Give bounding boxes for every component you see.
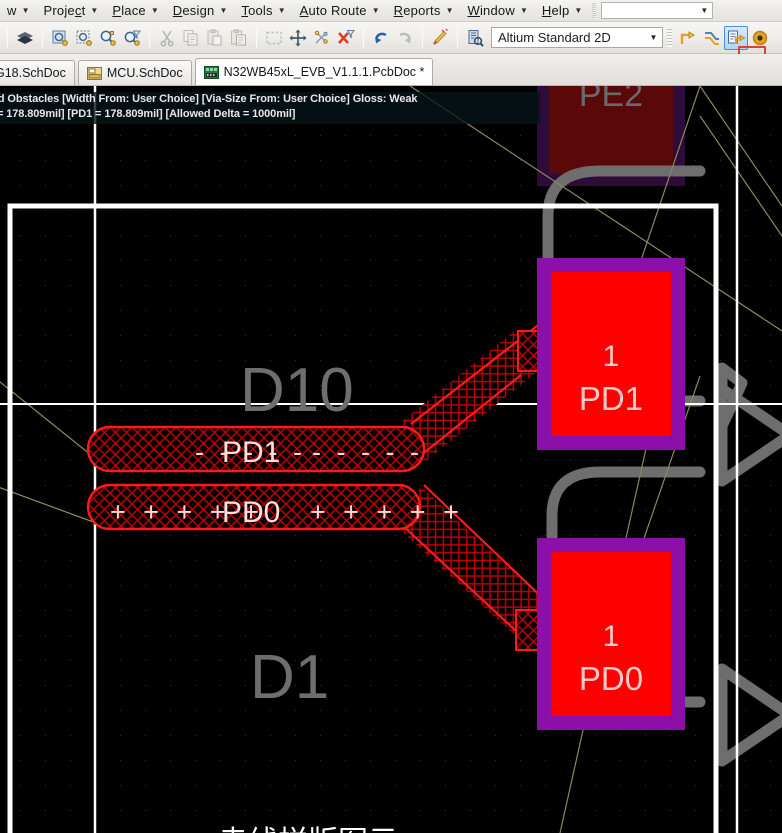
document-tab-bar: G18.SchDoc MCU.SchDoc N32WB45xL_EVB_V1.1…	[0, 54, 782, 86]
main-toolbar: Altium Standard 2D ▼	[0, 22, 782, 74]
differential-pair-routing-icon[interactable]	[700, 26, 724, 50]
chevron-down-icon: ▼	[649, 33, 658, 42]
schematic-icon	[86, 66, 102, 80]
redo-icon[interactable]	[393, 26, 417, 50]
pcb-icon	[203, 65, 219, 79]
menu-search-combo[interactable]: ▼	[601, 2, 714, 19]
designator-d10: D10	[240, 356, 354, 425]
chevron-down-icon: ▼	[277, 5, 286, 15]
clear-filter-icon[interactable]	[310, 26, 334, 50]
tab-pcbdoc[interactable]: N32WB45xL_EVB_V1.1.1.PcbDoc *	[194, 58, 434, 85]
chevron-down-icon: ▼	[219, 5, 228, 15]
tab-g18-schdoc[interactable]: G18.SchDoc	[0, 60, 75, 85]
zoom-selected-icon[interactable]	[96, 26, 120, 50]
routing-status-line2: 0 = 178.809mil] [PD1 = 178.809mil] [Allo…	[0, 108, 296, 120]
menu-drag-grip[interactable]	[592, 2, 597, 19]
menu-label: Auto Route	[299, 3, 367, 18]
interactive-routing-icon[interactable]	[676, 26, 700, 50]
menu-label: Tools	[241, 3, 273, 18]
chevron-down-icon: ▼	[371, 5, 380, 15]
pad-pin-number-pd1: 1	[603, 340, 620, 373]
pad-pin-number-pd0: 1	[603, 620, 620, 653]
menu-label: Help	[541, 3, 570, 18]
browse-components-icon[interactable]	[463, 26, 487, 50]
menu-label: Reports	[393, 3, 441, 18]
place-via-icon[interactable]	[748, 26, 772, 50]
pcb-layout-graphics: PE2 D10 D1 1 PD1 1 PD0 - - - - - PD1 - -…	[0, 86, 782, 833]
paste-icon[interactable]	[203, 26, 227, 50]
toolbar-divider	[7, 27, 8, 48]
layer-stack-icon[interactable]	[13, 26, 37, 50]
chevron-down-icon: ▼	[700, 5, 709, 15]
pad-net-label-pd0: PD0	[579, 660, 643, 697]
menu-item-place[interactable]: Place ▼	[105, 1, 165, 21]
tab-mcu-schdoc[interactable]: MCU.SchDoc	[77, 60, 192, 85]
chevron-down-icon: ▼	[519, 5, 528, 15]
multi-route-icon[interactable]	[724, 25, 748, 50]
clear-selection-icon[interactable]	[334, 26, 358, 50]
tab-label: MCU.SchDoc	[106, 66, 183, 80]
chevron-down-icon: ▼	[150, 5, 159, 15]
menu-item-help[interactable]: Help ▼	[535, 1, 589, 21]
trace-marker-pd0-right: + + + + +	[310, 497, 464, 527]
toolbar-drag-grip[interactable]	[667, 28, 672, 47]
pad-pd1[interactable]: 1 PD1	[537, 258, 685, 450]
zoom-filter-icon[interactable]	[120, 26, 144, 50]
menu-item-tools[interactable]: Tools ▼	[234, 1, 292, 21]
chevron-down-icon: ▼	[445, 5, 454, 15]
routing-status-overlay: ound Obstacles [Width From: User Choice]…	[0, 92, 540, 124]
pad-pd0[interactable]: 1 PD0	[537, 538, 685, 730]
pcb-canvas[interactable]: PE2 D10 D1 1 PD1 1 PD0 - - - - - PD1 - -…	[0, 86, 782, 833]
menu-item-window[interactable]: Window ▼	[460, 1, 534, 21]
copy-icon[interactable]	[179, 26, 203, 50]
routing-status-line1: ound Obstacles [Width From: User Choice]…	[0, 93, 418, 105]
zoom-document-icon[interactable]	[48, 26, 72, 50]
tab-label: G18.SchDoc	[0, 66, 66, 80]
toolbar-divider	[457, 27, 458, 48]
menu-label: Place	[112, 3, 146, 18]
pad-label-pe2: PE2	[579, 86, 643, 114]
tab-label: N32WB45xL_EVB_V1.1.1.PcbDoc *	[223, 65, 425, 79]
menu-label: w	[7, 3, 17, 18]
designator-d1: D1	[250, 643, 329, 712]
trace-label-pd1: PD1	[222, 436, 280, 469]
canvas-note-text: 走线样版图示	[218, 825, 398, 833]
view-configuration-select[interactable]: Altium Standard 2D ▼	[491, 27, 663, 48]
menu-bar: w ▼ Project ▼ Place ▼ Design ▼ Tools ▼ A…	[0, 0, 782, 22]
chevron-down-icon: ▼	[574, 5, 583, 15]
altium-pcb-editor-window: w ▼ Project ▼ Place ▼ Design ▼ Tools ▼ A…	[0, 0, 782, 833]
menu-label: Design	[172, 3, 215, 18]
toolbar-divider	[42, 27, 43, 48]
trace-marker-pd1-right: - - - - -	[312, 437, 423, 467]
cut-icon[interactable]	[155, 26, 179, 50]
silkscreen-diode-symbols	[716, 362, 782, 767]
menu-label: Project	[43, 3, 86, 18]
toolbar-divider	[363, 27, 364, 48]
menu-label: Window	[467, 3, 515, 18]
paste-special-icon[interactable]	[227, 26, 251, 50]
trace-label-pd0: PD0	[222, 496, 280, 529]
menu-item-window-truncated[interactable]: w ▼	[0, 1, 37, 21]
undo-icon[interactable]	[369, 26, 393, 50]
menu-item-reports[interactable]: Reports ▼	[387, 1, 461, 21]
view-configuration-value: Altium Standard 2D	[498, 30, 611, 45]
select-area-icon[interactable]	[262, 26, 286, 50]
toolbar-divider	[149, 27, 150, 48]
zoom-area-icon[interactable]	[72, 26, 96, 50]
pad-net-label-pd1: PD1	[579, 380, 643, 417]
highlight-icon[interactable]	[428, 26, 452, 50]
toolbar-divider	[422, 27, 423, 48]
move-icon[interactable]	[286, 26, 310, 50]
menu-item-project[interactable]: Project ▼	[37, 1, 106, 21]
menu-item-design[interactable]: Design ▼	[166, 1, 235, 21]
chevron-down-icon: ▼	[21, 5, 30, 15]
toolbar-divider	[256, 27, 257, 48]
menu-item-auto-route[interactable]: Auto Route ▼	[293, 1, 387, 21]
chevron-down-icon: ▼	[90, 5, 99, 15]
